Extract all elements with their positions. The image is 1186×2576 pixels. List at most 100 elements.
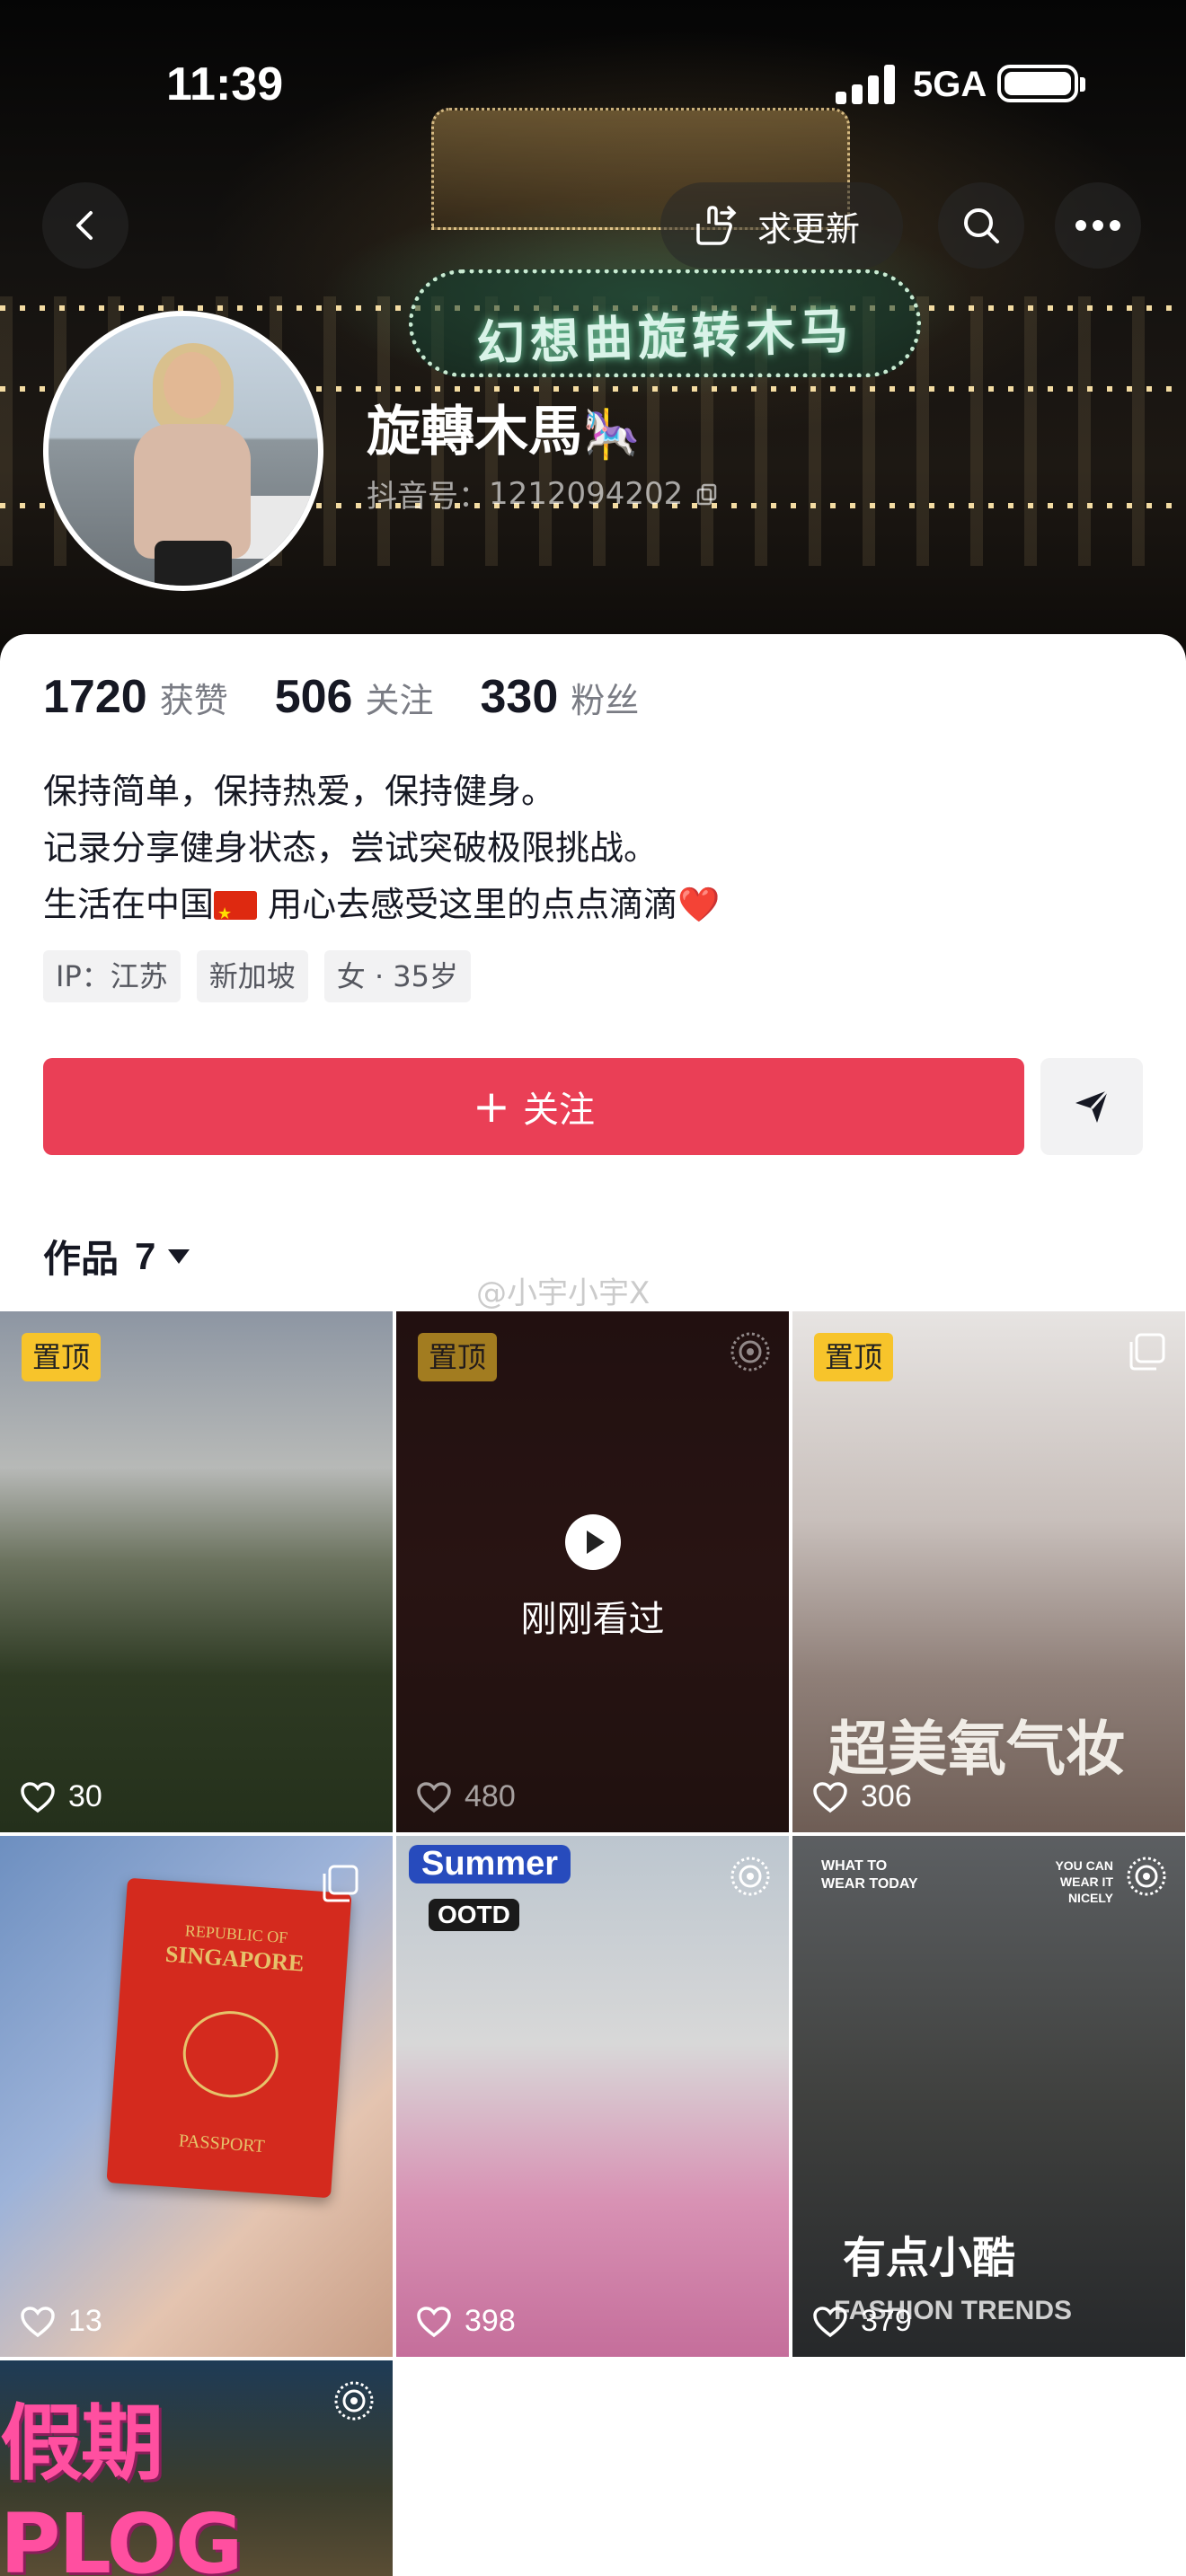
cover-sign: 幻想曲旋转木马 — [409, 269, 921, 377]
stat-number: 506 — [274, 671, 353, 723]
bio-text: 用心去感受这里的点点滴滴 — [257, 885, 678, 924]
stat-likes[interactable]: 1720 获赞 — [43, 670, 228, 724]
battery-icon — [997, 65, 1078, 102]
video-tile[interactable]: WHAT TO WEAR TODAY YOU CAN WEAR IT NICEL… — [792, 1836, 1185, 2357]
watermark: @小宇小宇X — [476, 1275, 651, 1311]
request-update-button[interactable]: 求更新 — [660, 182, 903, 269]
like-number: 13 — [68, 2304, 102, 2338]
message-button[interactable] — [1040, 1058, 1143, 1155]
multi-image-icon — [1129, 1333, 1165, 1371]
carousel-horse-icon: 🎠 — [582, 408, 641, 462]
video-tile[interactable]: Summer OOTD 398 — [396, 1836, 789, 2357]
video-tile[interactable]: REPUBLIC OF SINGAPORE PASSPORT 13 — [0, 1836, 393, 2357]
tag-ip: IP：江苏 — [43, 950, 181, 1002]
summer-badge: Summer — [409, 1845, 571, 1883]
bio-line: 生活在中国 用心去感受这里的点点滴滴❤️ — [43, 877, 1139, 942]
cover-sign-text: 幻想曲旋转木马 — [475, 302, 855, 373]
live-photo-icon — [730, 1332, 770, 1372]
video-caption-small: WHAT TO WEAR TODAY — [821, 1858, 918, 1892]
back-button[interactable] — [42, 182, 128, 269]
stat-label: 获赞 — [159, 681, 228, 720]
profile-stats: 1720 获赞 506 关注 330 粉丝 — [43, 670, 686, 724]
heart-emoji-icon: ❤️ — [677, 885, 721, 924]
douyin-id-label: 抖音号： — [367, 479, 489, 515]
display-name: 旋轉木馬🎠 — [367, 388, 641, 466]
passport-label: PASSPORT — [178, 2130, 266, 2157]
multi-image-icon — [323, 1865, 358, 1902]
plus-icon: + — [473, 1081, 510, 1133]
heart-outline-icon — [21, 2306, 55, 2337]
stat-followers[interactable]: 330 粉丝 — [480, 670, 639, 724]
stat-number: 330 — [480, 671, 559, 723]
ootd-badge: OOTD — [429, 1899, 519, 1931]
signal-icon — [836, 65, 898, 104]
passport-seal — [180, 2007, 281, 2101]
stat-label: 粉丝 — [571, 681, 640, 720]
works-tab[interactable]: 作品 7 — [43, 1229, 190, 1284]
douyin-id[interactable]: 抖音号： 1212094202 — [367, 472, 719, 516]
like-count: 480 — [416, 1779, 516, 1814]
search-button[interactable] — [938, 182, 1024, 269]
works-count: 7 — [135, 1234, 156, 1277]
like-number: 398 — [465, 2304, 516, 2338]
pinned-badge: 置顶 — [418, 1333, 498, 1381]
like-count: 306 — [812, 1779, 912, 1814]
request-update-label: 求更新 — [757, 208, 861, 249]
heart-outline-icon — [417, 1781, 451, 1813]
douyin-id-value: 1212094202 — [489, 475, 684, 512]
profile-tags: IP：江苏 新加坡 女 · 35岁 — [43, 950, 487, 1002]
copy-icon[interactable] — [695, 482, 719, 506]
heart-outline-icon — [813, 2306, 847, 2337]
stat-label: 关注 — [365, 681, 434, 720]
video-tile[interactable]: 置顶 超美氧气妆 306 — [792, 1311, 1185, 1832]
heart-outline-icon — [21, 1781, 55, 1813]
stat-number: 1720 — [43, 671, 147, 723]
profile-bio: 保持简单，保持热爱，保持健身。 记录分享健身状态，尝试突破极限挑战。 生活在中国… — [43, 763, 1139, 942]
video-tile[interactable]: 置顶 30 — [0, 1311, 393, 1832]
more-button[interactable] — [1055, 182, 1141, 269]
like-number: 306 — [861, 1779, 912, 1813]
pinned-badge: 置顶 — [814, 1333, 894, 1381]
recently-viewed-label: 刚刚看过 — [520, 1599, 665, 1640]
display-name-text: 旋轉木馬 — [367, 401, 582, 463]
tag-gender-age: 女 · 35岁 — [323, 950, 472, 1002]
tag-location[interactable]: 新加坡 — [196, 950, 308, 1002]
pinned-badge: 置顶 — [22, 1333, 102, 1381]
follow-button[interactable]: + 关注 — [43, 1058, 1024, 1155]
search-icon — [964, 208, 999, 243]
bio-line: 保持简单，保持热爱，保持健身。 — [43, 772, 556, 811]
like-count: 398 — [416, 2304, 516, 2339]
battery-cap — [1080, 77, 1085, 92]
bio-line: 记录分享健身状态，尝试突破极限挑战。 — [43, 828, 659, 868]
like-count: 30 — [20, 1779, 102, 1814]
live-photo-icon — [730, 1857, 770, 1896]
heart-outline-icon — [417, 2306, 451, 2337]
works-label: 作品 — [43, 1237, 119, 1281]
more-dots-icon — [1075, 220, 1120, 231]
like-count: 13 — [20, 2304, 102, 2339]
status-time: 11:39 — [166, 58, 284, 110]
heart-outline-icon — [813, 1781, 847, 1813]
finger-point-icon — [696, 206, 737, 245]
live-photo-icon — [334, 2381, 374, 2421]
send-icon — [1075, 1089, 1110, 1123]
like-number: 480 — [465, 1779, 516, 1813]
like-number: 30 — [68, 1779, 102, 1813]
live-photo-icon — [1127, 1857, 1166, 1896]
video-caption: 有点小酷 — [843, 2233, 1016, 2283]
like-count: 379 — [812, 2304, 912, 2339]
video-caption-small: YOU CAN WEAR IT NICELY — [1055, 1858, 1113, 1905]
china-flag-icon — [214, 886, 258, 942]
play-icon — [565, 1514, 621, 1570]
follow-label: 关注 — [522, 1090, 595, 1131]
like-number: 379 — [861, 2304, 912, 2338]
recently-viewed-overlay — [396, 1311, 789, 1832]
chevron-left-icon — [76, 211, 93, 240]
caret-down-icon — [168, 1248, 190, 1264]
avatar[interactable] — [43, 311, 323, 591]
stat-following[interactable]: 506 关注 — [275, 670, 434, 724]
video-tile[interactable]: 置顶 刚刚看过 480 — [396, 1311, 789, 1832]
video-tile[interactable]: 假期PLOG — [0, 2360, 393, 2576]
passport-image: REPUBLIC OF SINGAPORE PASSPORT — [106, 1877, 352, 2199]
video-caption: 超美氧气妆 — [828, 1715, 1125, 1784]
